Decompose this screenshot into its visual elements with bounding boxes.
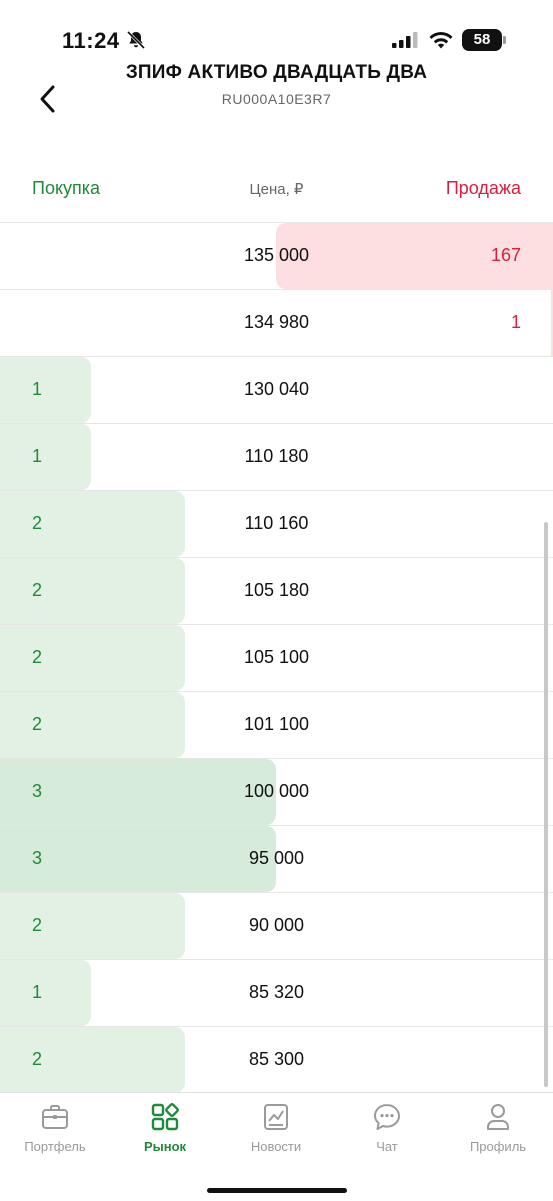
tab-news[interactable]: Новости: [221, 1101, 331, 1154]
price-level: 100 000: [243, 781, 310, 801]
price-level: 134 980: [243, 312, 310, 332]
tab-news-label: Новости: [250, 1139, 302, 1154]
order-book-row[interactable]: 2 85 300: [0, 1026, 553, 1094]
home-indicator: [206, 1188, 347, 1193]
price-level: 95 000: [248, 848, 305, 868]
order-book-row[interactable]: 2 101 100: [0, 691, 553, 758]
order-book-row[interactable]: 2 105 100: [0, 624, 553, 691]
price-level: 90 000: [248, 915, 305, 935]
status-bar: 11:24 58: [0, 0, 553, 60]
price-level: 85 300: [248, 1049, 305, 1069]
status-time: 11:24: [62, 28, 120, 53]
order-book-row[interactable]: 3 100 000: [0, 758, 553, 825]
tab-chat[interactable]: Чат: [332, 1101, 442, 1154]
order-book-row[interactable]: 1 110 180: [0, 423, 553, 490]
tab-portfolio-label: Портфель: [24, 1139, 86, 1154]
page-title: ЗПИФ АКТИВО ДВАДЦАТЬ ДВА: [125, 62, 428, 83]
navigation-header: ЗПИФ АКТИВО ДВАДЦАТЬ ДВА RU000A10E3R7: [0, 58, 553, 128]
order-book-row[interactable]: 1 85 320: [0, 959, 553, 1026]
tab-portfolio[interactable]: Портфель: [0, 1101, 110, 1154]
sell-column-header: Продажа: [445, 178, 521, 198]
order-book-row[interactable]: 134 980 1: [0, 289, 553, 356]
order-book-row[interactable]: 3 95 000: [0, 825, 553, 892]
tab-profile[interactable]: Профиль: [443, 1101, 553, 1154]
order-book: 135 000 167 134 980 1 1 130 040 1 110 180 2 110 1…: [0, 222, 553, 1094]
sell-quantity: 1: [510, 312, 521, 332]
price-level: 105 180: [243, 580, 310, 600]
tab-market-label: Рынок: [143, 1139, 187, 1154]
bottom-tab-bar: Портфель Рынок Новости Чат Профиль: [0, 1092, 553, 1201]
tab-profile-label: Профиль: [469, 1139, 527, 1154]
news-chart-icon: [264, 1104, 288, 1130]
price-level: 105 100: [243, 647, 310, 667]
scrollbar[interactable]: [544, 522, 548, 1087]
tab-market[interactable]: Рынок: [110, 1101, 220, 1154]
sell-quantity: 167: [490, 245, 521, 265]
order-book-row[interactable]: 2 110 160: [0, 490, 553, 557]
price-level: 130 040: [243, 379, 310, 399]
tab-chat-label: Чат: [376, 1139, 398, 1154]
order-book-row[interactable]: 2 90 000: [0, 892, 553, 959]
battery-indicator: 58: [462, 29, 506, 51]
price-level: 110 180: [244, 446, 309, 466]
price-level: 85 320: [248, 982, 305, 1002]
isin-code: RU000A10E3R7: [221, 91, 332, 107]
order-book-row[interactable]: 2 105 180: [0, 557, 553, 624]
bell-muted-icon: [126, 30, 146, 50]
briefcase-icon: [42, 1105, 68, 1129]
chat-bubble-icon: [374, 1104, 400, 1130]
order-book-column-headers: Покупка Цена, ₽ Продажа: [0, 170, 553, 210]
cellular-signal-icon: [392, 32, 418, 48]
order-book-row[interactable]: 1 130 040: [0, 356, 553, 423]
market-grid-icon: [151, 1103, 179, 1131]
price-level: 110 160: [244, 513, 309, 533]
order-book-row[interactable]: 135 000 167: [0, 222, 553, 289]
wifi-icon: [429, 32, 453, 49]
price-level: 101 100: [243, 714, 310, 734]
price-level: 135 000: [243, 245, 310, 265]
profile-icon: [487, 1104, 509, 1130]
